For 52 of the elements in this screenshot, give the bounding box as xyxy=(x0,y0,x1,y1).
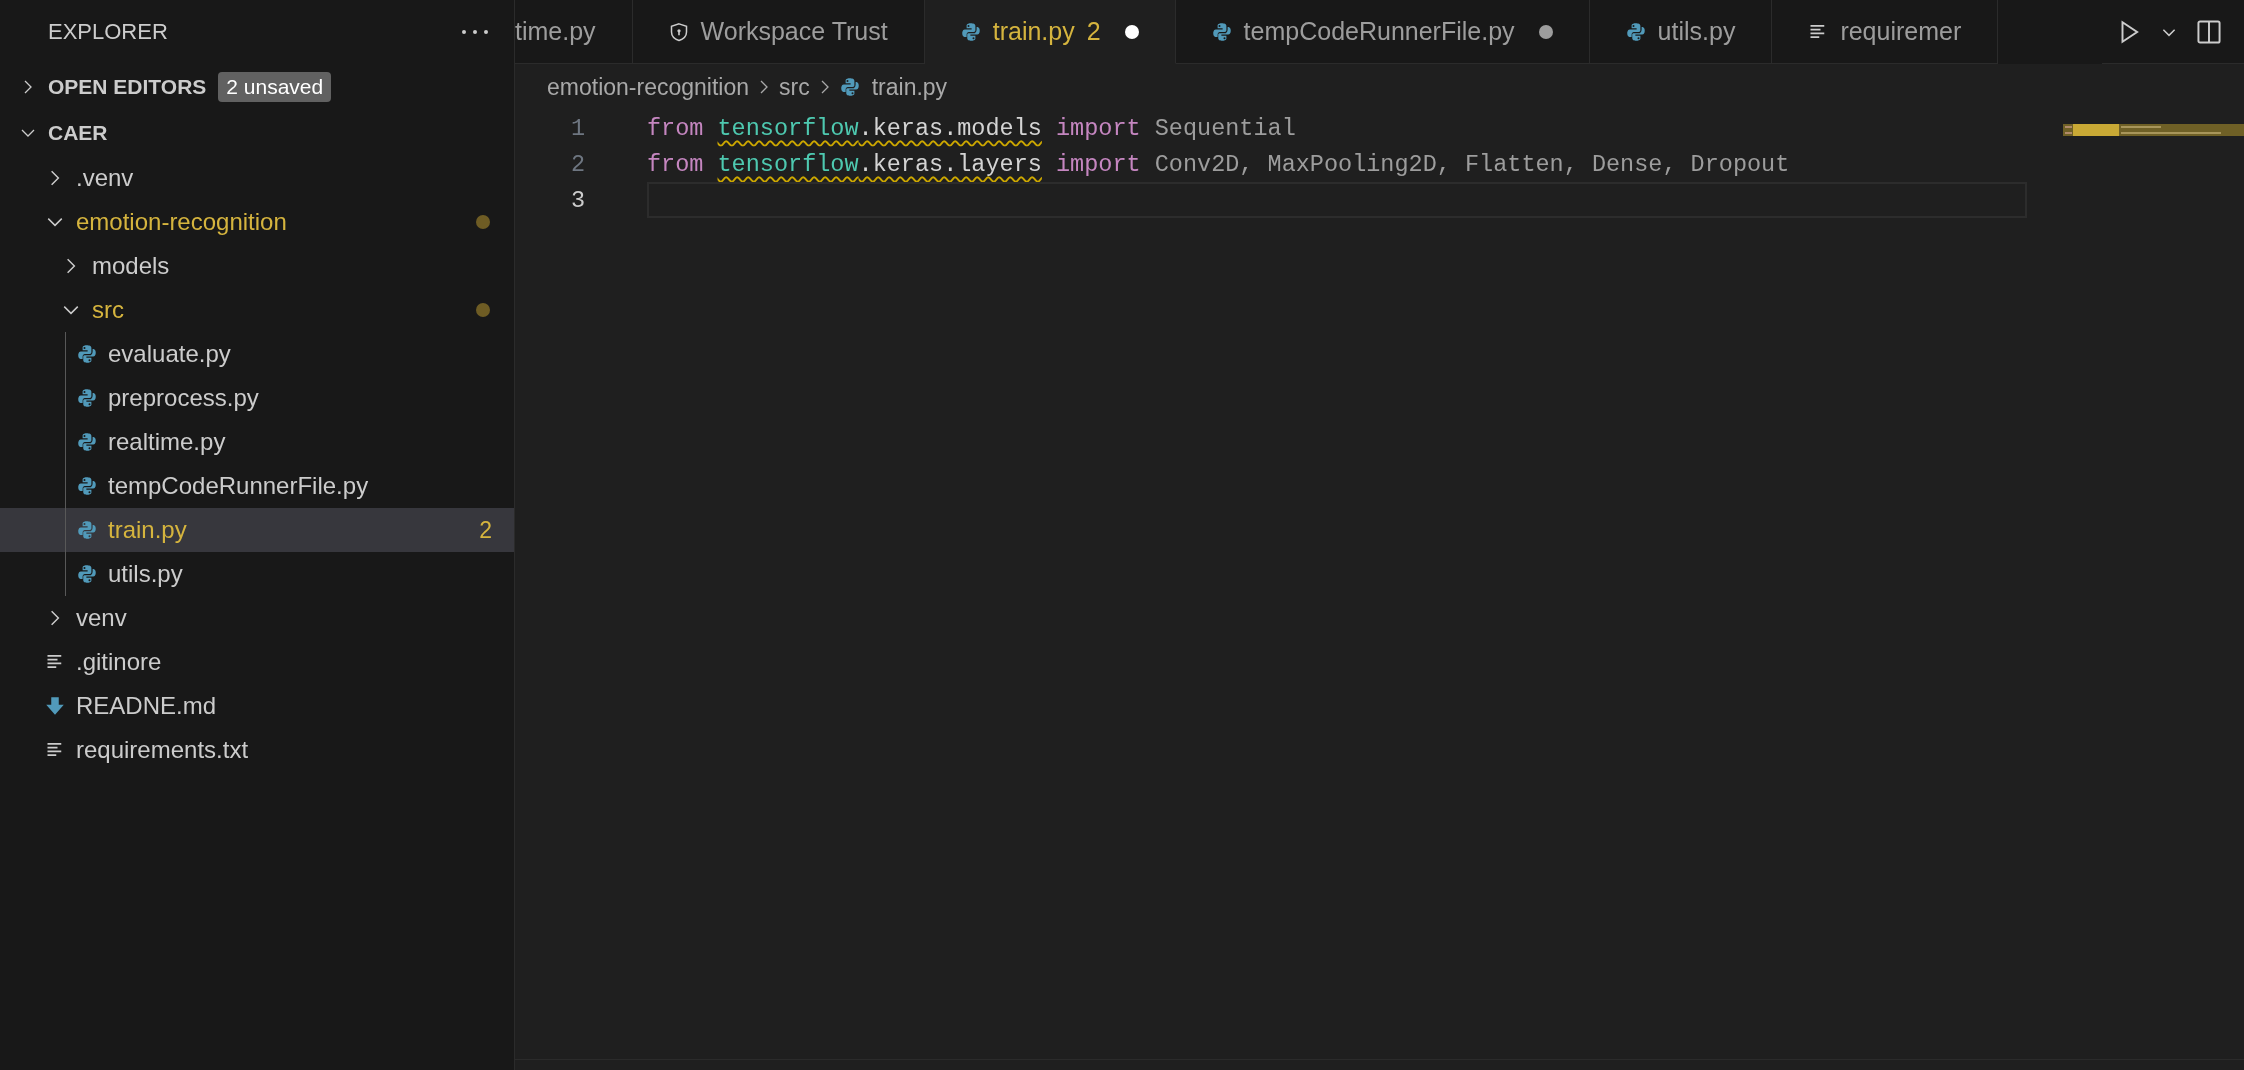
python-icon xyxy=(77,476,97,496)
modified-dot xyxy=(476,303,490,317)
file-item[interactable]: evaluate.py xyxy=(0,332,514,376)
problem-count: 2 xyxy=(479,516,492,544)
file-item[interactable]: realtime.py xyxy=(0,420,514,464)
folder-item[interactable]: src xyxy=(0,288,514,332)
editor-tab[interactable]: requiremer xyxy=(1772,0,1999,64)
python-icon xyxy=(77,388,97,408)
file-item[interactable]: train.py 2 xyxy=(0,508,514,552)
folder-item[interactable]: emotion-recognition xyxy=(0,200,514,244)
editor-tab[interactable]: time.py xyxy=(515,0,633,64)
split-editor-icon[interactable] xyxy=(2196,18,2222,45)
code-line: from tensorflow.keras.layers import Conv2D, MaxPooling2D, Flatten, Dense, Dropout xyxy=(647,149,1791,180)
file-item[interactable]: READNE.md xyxy=(0,684,514,728)
python-icon xyxy=(1211,21,1232,42)
modified-dot xyxy=(476,215,490,229)
editor-tab[interactable]: tempCodeRunnerFile.py xyxy=(1175,0,1590,64)
python-icon xyxy=(77,344,97,364)
file-item[interactable]: tempCodeRunnerFile.py xyxy=(0,464,514,508)
python-icon xyxy=(77,432,97,452)
file-item[interactable]: requirements.txt xyxy=(0,728,514,772)
download-arrow-icon xyxy=(45,696,65,716)
folder-item[interactable]: venv xyxy=(0,596,514,640)
file-item[interactable]: preprocess.py xyxy=(0,376,514,420)
open-editors-header[interactable]: OPEN EDITORS 2 unsaved xyxy=(0,64,514,110)
folder-item[interactable]: .venv xyxy=(0,156,514,200)
line-number: 3 xyxy=(569,186,585,214)
python-icon xyxy=(77,564,97,584)
unsaved-badge: 2 unsaved xyxy=(218,72,332,102)
editor-tab[interactable]: train.py 2 xyxy=(924,0,1176,64)
file-item[interactable]: .gitinore xyxy=(0,640,514,684)
unsaved-dot xyxy=(1124,24,1139,39)
more-icon[interactable] xyxy=(460,28,490,36)
editor-tab[interactable]: utils.py xyxy=(1589,0,1773,64)
unsaved-dot xyxy=(1538,24,1553,39)
shield-icon xyxy=(668,21,689,42)
explorer-title: EXPLORER xyxy=(48,19,168,45)
workspace-header[interactable]: CAER xyxy=(0,110,514,156)
file-item[interactable]: utils.py xyxy=(0,552,514,596)
breadcrumb[interactable]: emotion-recognition xyxy=(547,73,749,101)
python-icon xyxy=(839,77,860,97)
breadcrumb[interactable]: train.py xyxy=(839,73,948,101)
folder-item[interactable]: models xyxy=(0,244,514,288)
editor-tab[interactable]: Workspace Trust xyxy=(632,0,925,64)
python-icon xyxy=(77,520,97,540)
python-icon xyxy=(1625,21,1646,42)
python-icon xyxy=(960,21,981,42)
line-number: 1 xyxy=(569,114,585,142)
line-number: 2 xyxy=(569,150,585,178)
code-line: from tensorflow.keras.models import Sequential xyxy=(647,113,1297,144)
breadcrumb[interactable]: src xyxy=(779,73,810,101)
problem-count: 2 xyxy=(1086,17,1101,46)
